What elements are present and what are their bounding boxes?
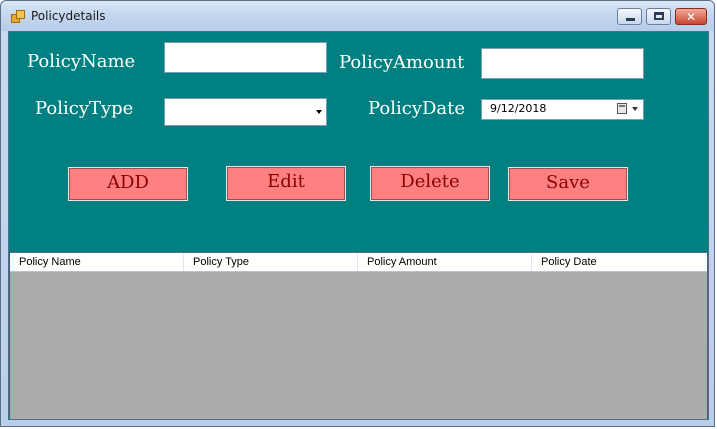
policy-type-label: PolicyType [35,98,134,119]
maximize-icon [654,12,664,20]
column-header-policy-type[interactable]: Policy Type [184,253,358,271]
policy-amount-label: PolicyAmount [339,52,465,73]
column-header-policy-amount[interactable]: Policy Amount [358,253,532,271]
grid-header-row: Policy Name Policy Type Policy Amount Po… [10,253,707,272]
save-button[interactable]: Save [508,167,628,201]
title-bar[interactable]: Policydetails ✕ [1,1,714,31]
policy-type-dropdown[interactable] [164,98,327,126]
close-button[interactable]: ✕ [675,8,707,25]
date-dropdown-arrow-icon[interactable] [632,107,638,111]
policy-amount-input[interactable] [481,48,644,79]
maximize-button[interactable] [646,8,671,25]
app-icon [11,10,25,23]
policy-date-label: PolicyDate [368,98,466,119]
close-icon: ✕ [686,10,697,24]
policy-name-input[interactable] [164,42,327,73]
policy-data-grid[interactable]: Policy Name Policy Type Policy Amount Po… [10,252,707,419]
policy-date-value: 9/12/2018 [490,102,547,115]
window-title: Policydetails [31,9,106,23]
edit-button[interactable]: Edit [226,166,346,201]
minimize-icon [626,18,635,21]
policy-date-picker[interactable]: 9/12/2018 [481,99,644,120]
column-header-policy-date[interactable]: Policy Date [532,253,706,271]
add-button[interactable]: ADD [68,167,188,201]
delete-button[interactable]: Delete [370,166,490,201]
minimize-button[interactable] [617,8,642,25]
policydetails-window: Policydetails ✕ PolicyName PolicyAmount … [0,0,715,427]
chevron-down-icon[interactable] [316,110,322,114]
column-header-policy-name[interactable]: Policy Name [10,253,184,271]
calendar-icon[interactable] [617,103,627,114]
form-client-area: PolicyName PolicyAmount PolicyType Polic… [8,31,709,420]
policy-name-label: PolicyName [27,51,136,72]
